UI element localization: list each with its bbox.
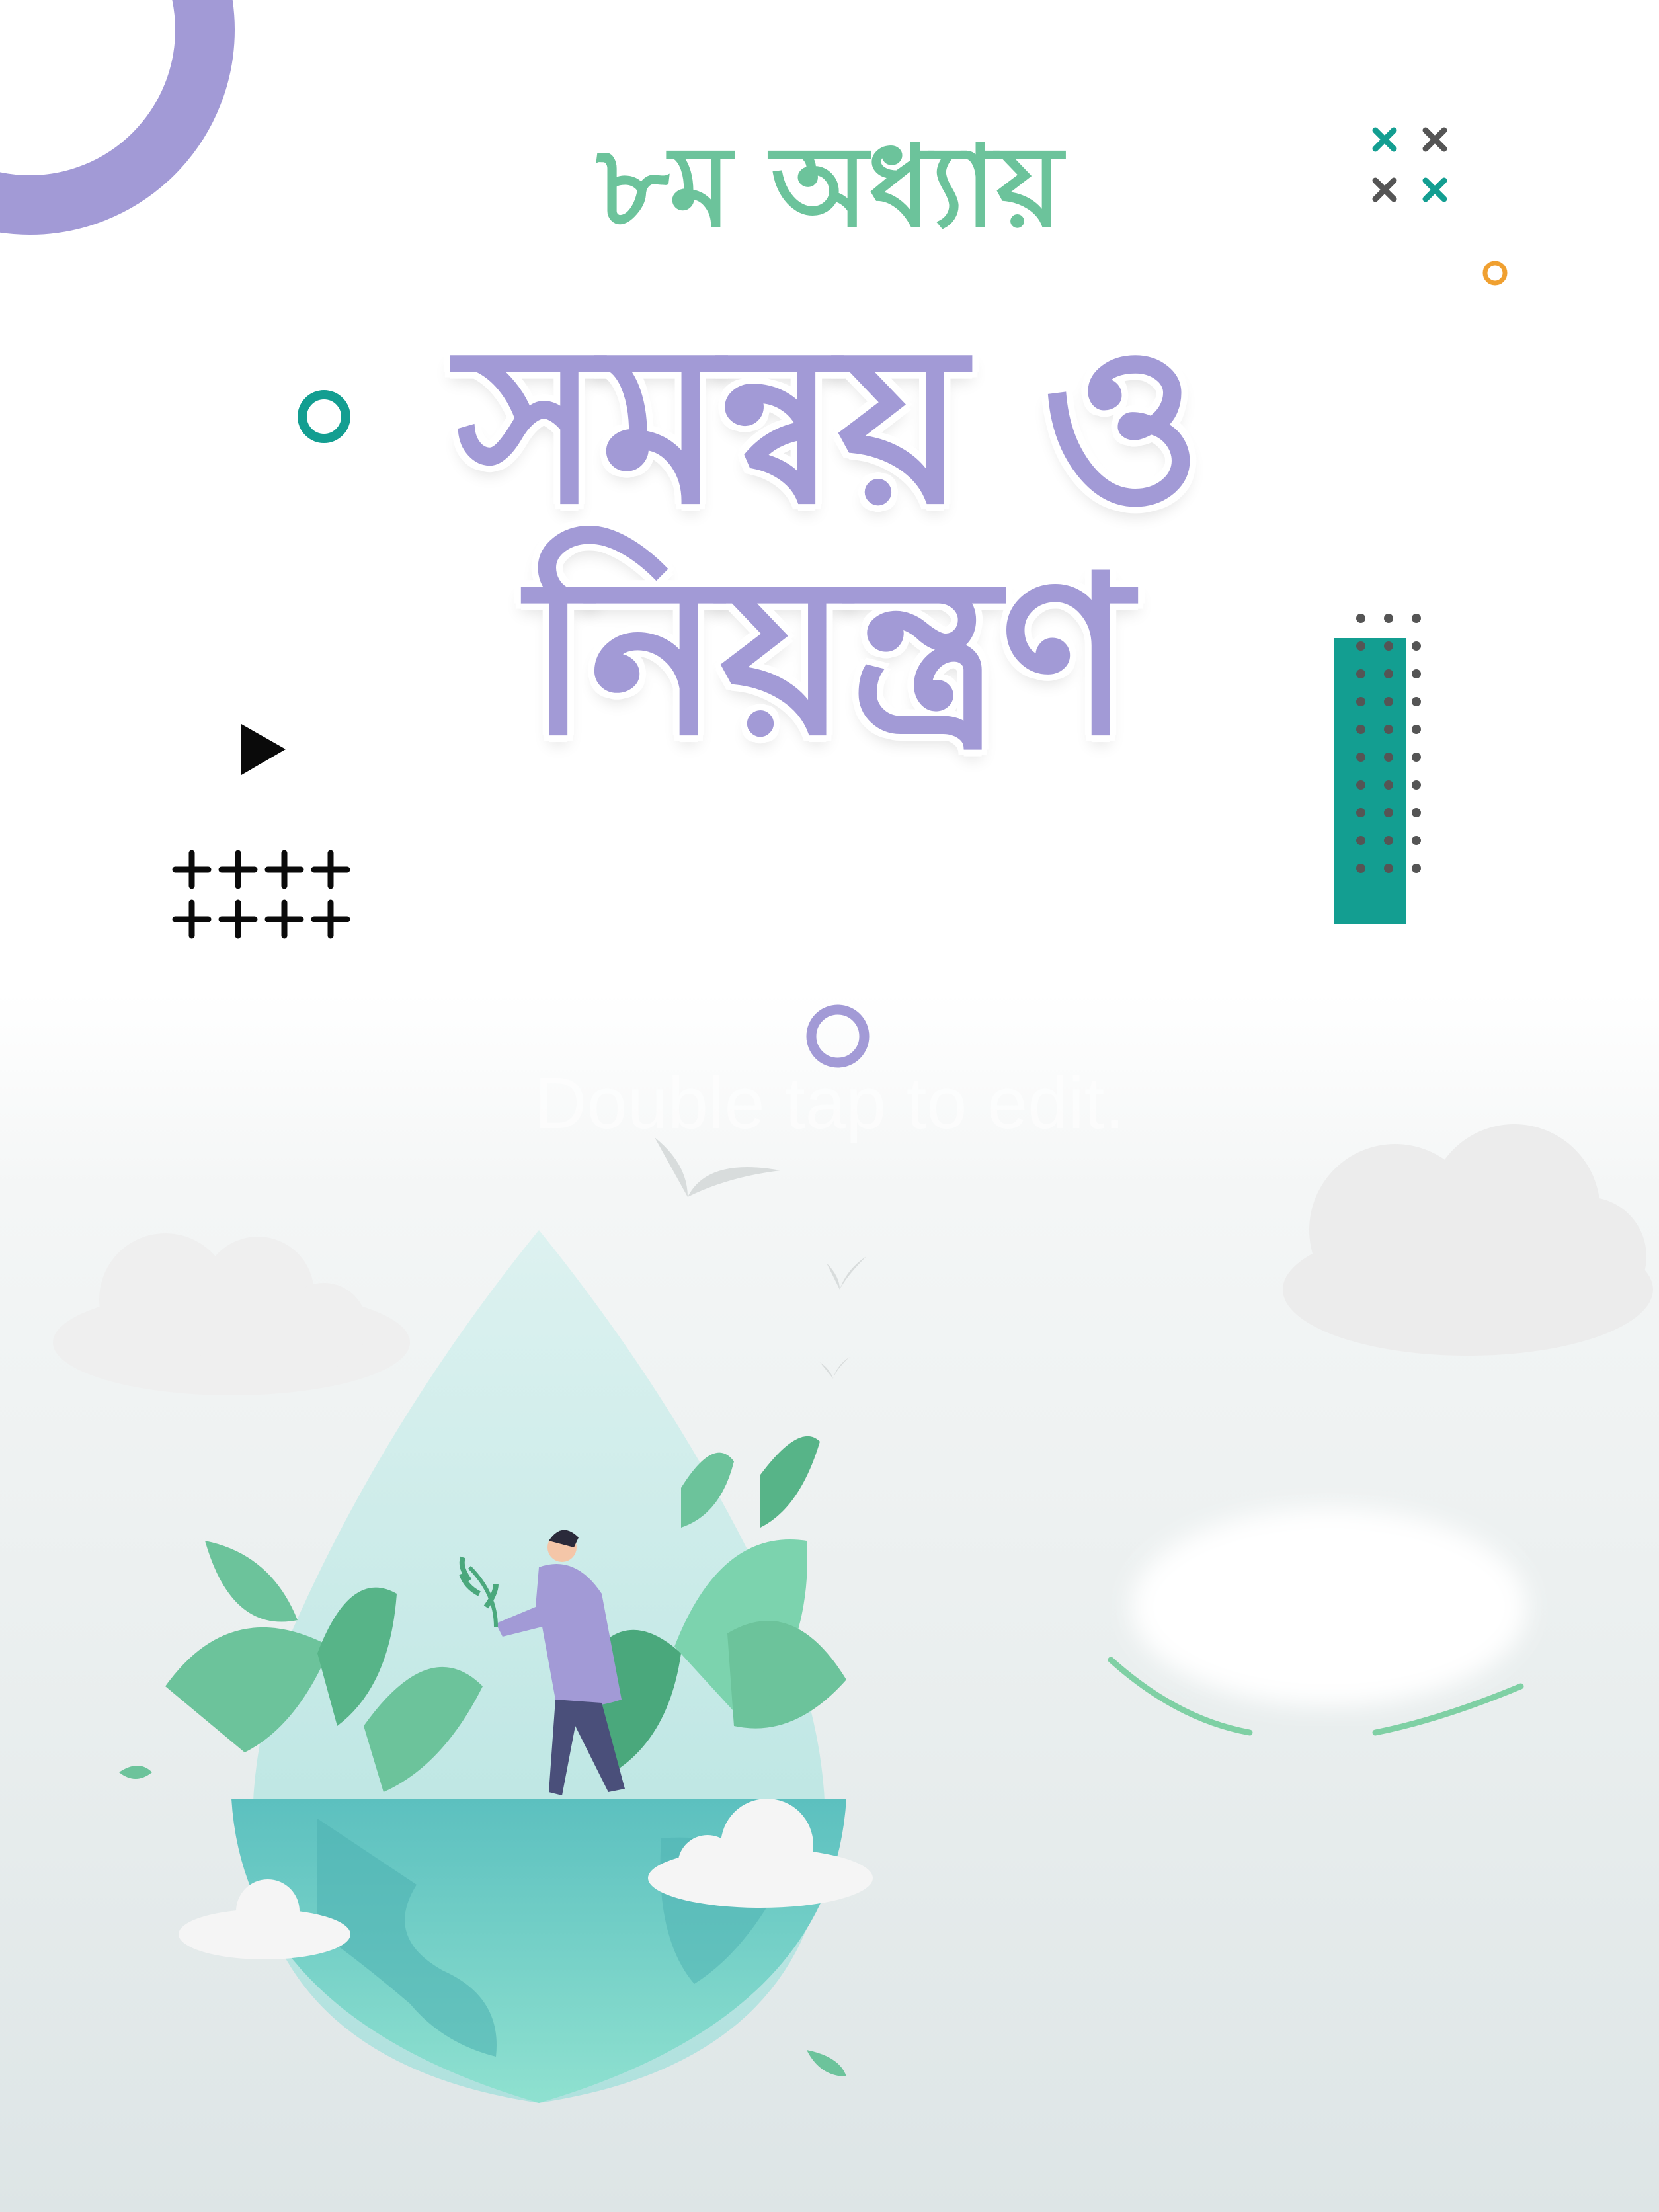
- cloud-right: [1283, 1124, 1653, 1356]
- orange-ring-icon: [1482, 261, 1508, 286]
- title-line-2[interactable]: নিয়ন্ত্রণ: [0, 542, 1659, 772]
- chapter-label: ৮ম অধ্যায়: [596, 122, 1063, 253]
- water-drop-earth-illustration: [119, 1230, 873, 2103]
- white-cloud-blur: [1108, 1508, 1527, 1736]
- title-line-1[interactable]: সমন্বয় ও: [0, 311, 1659, 540]
- plus-grid-icon: [172, 850, 350, 939]
